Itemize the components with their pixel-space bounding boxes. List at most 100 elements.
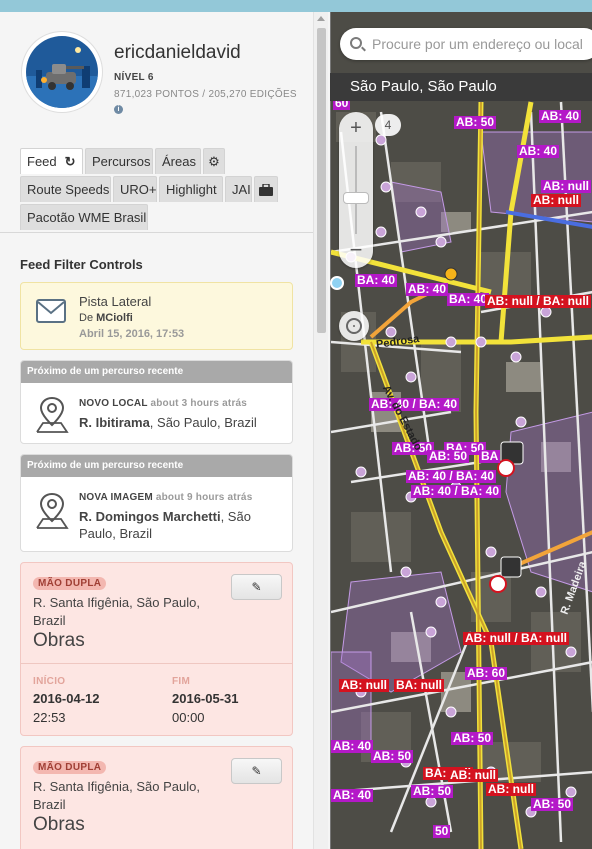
zoom-slider-handle[interactable] xyxy=(343,192,369,204)
feed-panel: Feed Filter Controls Pista Lateral De MC… xyxy=(0,232,313,849)
sidebar: ericdanieldavid NÍVEL 6 871,023 PONTOS /… xyxy=(0,12,330,849)
speed-label[interactable]: BA: 40 xyxy=(447,293,490,306)
speed-label[interactable]: AB: 50 xyxy=(411,785,454,798)
tab-label: Highlight xyxy=(166,182,217,197)
zoom-slider-track[interactable] xyxy=(355,146,357,234)
speed-label[interactable]: AB: 40 xyxy=(331,740,374,753)
pencil-icon: ✎ xyxy=(251,764,262,778)
tab-feed-label: Feed xyxy=(27,154,57,169)
info-icon[interactable]: i xyxy=(114,105,123,114)
avatar-image xyxy=(26,36,98,108)
speed-label[interactable]: AB: 50 xyxy=(454,116,497,129)
nearby-address: R. Ibitirama, São Paulo, Brazil xyxy=(79,414,279,431)
speed-label[interactable]: 50 xyxy=(433,825,451,838)
speed-label[interactable]: BA xyxy=(479,450,501,463)
tab-areas[interactable]: Áreas xyxy=(155,148,201,174)
nearby-type: NOVA IMAGEM about 9 hours atrás xyxy=(79,492,252,503)
tab-pacotao[interactable]: Pacotão WME Brasil xyxy=(20,204,148,230)
closure-street: R. Santa Ifigênia, São Paulo, Brazil xyxy=(33,595,200,628)
speed-label[interactable]: AB: 40 / BA: 40 xyxy=(406,470,497,483)
zoom-level-indicator: 4 xyxy=(375,114,401,136)
message-title: Pista Lateral xyxy=(79,294,152,309)
zoom-in-button[interactable]: + xyxy=(339,115,373,141)
speed-label[interactable]: AB: null xyxy=(531,194,581,207)
speed-label[interactable]: AB: null xyxy=(448,769,498,782)
speed-label[interactable]: AB: 40 / BA: 40 xyxy=(369,398,460,411)
sidebar-scrollbar[interactable] xyxy=(313,12,328,849)
zoom-control: + − xyxy=(339,112,373,268)
speed-label[interactable]: AB: 60 xyxy=(465,667,508,680)
layers-icon[interactable] xyxy=(330,276,344,290)
search-input[interactable] xyxy=(372,35,592,53)
nearby-street: R. Domingos Marchetti xyxy=(79,509,221,524)
start-date: 2016-04-12 xyxy=(33,691,100,706)
search-icon xyxy=(350,37,362,49)
speed-label[interactable]: AB: 40 / BA: 40 xyxy=(411,485,502,498)
scrollbar-thumb[interactable] xyxy=(317,28,326,333)
speed-label[interactable]: BA: 40 xyxy=(355,274,398,287)
end-label: FIM xyxy=(172,676,191,687)
edit-closure-button[interactable]: ✎ xyxy=(231,758,282,784)
top-bar xyxy=(0,0,592,12)
speed-label[interactable]: AB: null xyxy=(541,180,591,193)
map-pin-icon xyxy=(36,492,69,529)
speed-label[interactable]: AB: 50 xyxy=(531,798,574,811)
nearby-type-label: NOVA IMAGEM xyxy=(79,492,153,503)
closure-street: R. Santa Ifigênia, São Paulo, Brazil xyxy=(33,779,200,812)
speed-label[interactable]: AB: 40 xyxy=(331,789,374,802)
edit-closure-button[interactable]: ✎ xyxy=(231,574,282,600)
nearby-type: NOVO LOCAL about 3 hours atrás xyxy=(79,398,247,409)
tab-toolbox[interactable] xyxy=(254,176,278,202)
tab-settings[interactable]: ⚙ xyxy=(203,148,225,174)
message-from-user: MCiolfi xyxy=(96,312,133,324)
tab-percursos[interactable]: Percursos xyxy=(85,148,153,174)
tab-label: Percursos xyxy=(92,154,151,169)
tab-feed[interactable]: Feed ↻ xyxy=(20,148,83,174)
nearby-edit-card[interactable]: Próximo de um percurso recente NOVO LOCA… xyxy=(20,360,293,444)
avatar[interactable] xyxy=(22,32,102,112)
user-points: 871,023 PONTOS / 205,270 EDIÇÕES xyxy=(114,89,297,100)
tab-route-speeds[interactable]: Route Speeds xyxy=(20,176,111,202)
scroll-up-arrow-icon[interactable] xyxy=(317,16,325,21)
speed-label[interactable]: AB: null / BA: null xyxy=(463,632,569,645)
crosshair-icon xyxy=(346,318,362,334)
speed-label[interactable]: AB: 50 xyxy=(371,750,414,763)
tab-highlight[interactable]: Highlight xyxy=(159,176,223,202)
briefcase-icon xyxy=(259,183,273,196)
speed-label[interactable]: AB: 40 xyxy=(539,110,582,123)
speed-label[interactable]: AB: null xyxy=(339,679,389,692)
speed-label[interactable]: BA: null xyxy=(394,679,444,692)
zoom-out-button[interactable]: − xyxy=(339,237,373,263)
speed-label[interactable]: AB: 40 xyxy=(517,145,560,158)
locate-me-button[interactable] xyxy=(339,311,369,341)
nearby-time-ago: about 9 hours atrás xyxy=(155,492,253,503)
start-time: 22:53 xyxy=(33,710,66,725)
direction-badge: MÃO DUPLA xyxy=(33,761,107,774)
nearby-time-ago: about 3 hours atrás xyxy=(150,398,248,409)
nearby-city: , São Paulo, Brazil xyxy=(149,415,257,430)
refresh-icon[interactable]: ↻ xyxy=(65,154,76,169)
road-closure-card[interactable]: MÃO DUPLA ✎ R. Santa Ifigênia, São Paulo… xyxy=(20,746,293,849)
tab-uro[interactable]: URO+ xyxy=(113,176,157,202)
nearby-street: R. Ibitirama xyxy=(79,415,150,430)
speed-label[interactable]: AB: null xyxy=(486,783,536,796)
speed-label[interactable]: AB: 50 xyxy=(427,450,470,463)
closure-reason: Obras xyxy=(33,814,85,835)
nearby-header: Próximo de um percurso recente xyxy=(21,455,292,477)
feed-filter-title[interactable]: Feed Filter Controls xyxy=(20,257,143,272)
direction-badge: MÃO DUPLA xyxy=(33,577,107,590)
tab-jai[interactable]: JAI xyxy=(225,176,252,202)
envelope-icon xyxy=(36,299,66,323)
user-profile: ericdanieldavid NÍVEL 6 871,023 PONTOS /… xyxy=(22,32,312,132)
speed-label[interactable]: AB: 50 xyxy=(451,732,494,745)
private-message-card[interactable]: Pista Lateral De MCiolfi Abril 15, 2016,… xyxy=(20,282,293,350)
map-search[interactable] xyxy=(340,28,592,60)
tab-label: JAI xyxy=(232,182,251,197)
road-closure-card[interactable]: MÃO DUPLA ✎ R. Santa Ifigênia, São Paulo… xyxy=(20,562,293,736)
gear-icon: ⚙ xyxy=(208,154,220,169)
speed-label[interactable]: AB: 40 xyxy=(406,283,449,296)
nearby-edit-card[interactable]: Próximo de um percurso recente NOVA IMAG… xyxy=(20,454,293,552)
edits-text: 205,270 EDIÇÕES xyxy=(208,89,297,100)
location-bar: São Paulo, São Paulo xyxy=(330,73,592,101)
speed-label[interactable]: AB: null / BA: null xyxy=(485,295,591,308)
